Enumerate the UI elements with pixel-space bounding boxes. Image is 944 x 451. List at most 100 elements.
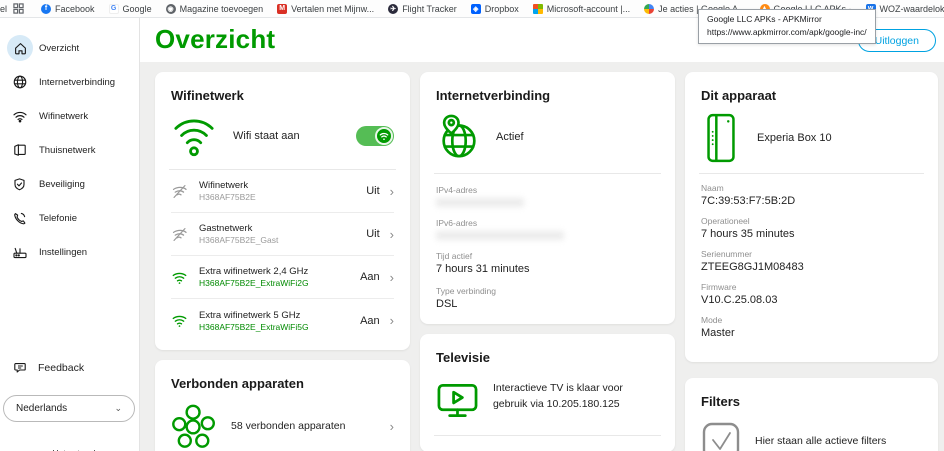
- language-select[interactable]: Nederlands ⌄: [3, 395, 135, 422]
- wifi-network-row-extra5[interactable]: Extra wifinetwerk 5 GHz H368AF75B2E_Extr…: [171, 299, 394, 342]
- field-mode: Mode Master: [701, 315, 922, 339]
- network-name: Gastnetwerk: [199, 223, 253, 234]
- wifi-status-text: Wifi staat aan: [233, 130, 300, 142]
- field-value: 7 hours 35 minutes: [701, 228, 795, 240]
- chevron-right-icon: ›: [389, 226, 394, 242]
- sidebar-item-wifinetwerk[interactable]: Wifinetwerk: [0, 101, 140, 131]
- router-settings-icon: [11, 244, 28, 261]
- microsoft-icon: [532, 3, 543, 14]
- network-ssid: H368AF75B2E_ExtraWiFi5G: [199, 321, 309, 332]
- wifi-off-icon: [171, 184, 189, 199]
- field-label: IPv6-adres: [436, 218, 478, 228]
- bookmark-google[interactable]: G Google: [108, 3, 152, 14]
- dropbox-icon: ◈: [470, 3, 481, 14]
- field-value: Master: [701, 327, 735, 339]
- translate-icon: M: [277, 3, 288, 14]
- filters-status-text: Hier staan alle actieve filters: [755, 435, 887, 447]
- phone-icon: [11, 210, 28, 227]
- redacted-value: [436, 231, 564, 240]
- bookmark-translate[interactable]: M Vertalen met Mijnw...: [277, 3, 374, 14]
- card-title: Internetverbinding: [436, 88, 551, 103]
- field-value: V10.C.25.08.03: [701, 294, 778, 306]
- field-connection-type: Type verbinding DSL: [436, 286, 659, 310]
- bookmark-microsoft[interactable]: Microsoft-account |...: [532, 3, 630, 14]
- card-televisie: Televisie Interactieve TV is klaar voor …: [420, 334, 675, 451]
- network-ssid: H368AF75B2E_ExtraWiFi2G: [199, 278, 309, 288]
- bookmark-woz[interactable]: w WOZ-waardeloket: [865, 3, 944, 14]
- google-activity-icon: [644, 3, 655, 14]
- page-title: Overzicht: [155, 24, 276, 54]
- network-ssid: H368AF75B2E_Gast: [199, 235, 279, 245]
- wifi-network-row-guest[interactable]: Gastnetwerk H368AF75B2E_Gast Uit ›: [171, 213, 394, 256]
- field-label: IPv4-adres: [436, 185, 478, 195]
- sidebar-item-telefonie[interactable]: Telefonie: [0, 203, 140, 233]
- field-value: 7 hours 31 minutes: [436, 263, 530, 275]
- connected-devices-row[interactable]: 58 verbonden apparaten ›: [171, 403, 394, 449]
- language-selected-value: Nederlands: [16, 403, 68, 414]
- wifi-network-row-main[interactable]: Wifinetwerk H368AF75B2E Uit ›: [171, 170, 394, 213]
- field-label: Serienummer: [701, 249, 753, 259]
- card-internetverbinding: Internetverbinding Actief IPv4-adres IPv…: [420, 72, 675, 324]
- sidebar-item-instellingen[interactable]: Instellingen: [0, 237, 140, 267]
- card-filters: Filters Hier staan alle actieve filters: [685, 378, 938, 451]
- sidebar-item-thuisnetwerk[interactable]: Thuisnetwerk: [0, 135, 140, 165]
- sidebar-item-overzicht[interactable]: Overzicht: [0, 33, 140, 63]
- facebook-icon: f: [41, 3, 52, 14]
- card-dit-apparaat: Dit apparaat Experia Box 10 Naam 7C:39:5…: [685, 72, 938, 362]
- feedback-icon: [11, 359, 28, 376]
- wifi-on-icon: [171, 270, 189, 285]
- card-title: Televisie: [436, 350, 490, 365]
- wifi-network-row-extra24[interactable]: Extra wifinetwerk 2,4 GHz H368AF75B2E_Ex…: [171, 256, 394, 299]
- bookmark-partial[interactable]: iel: [0, 4, 13, 14]
- wifi-toggle[interactable]: [356, 126, 394, 146]
- field-label: Tijd actief: [436, 251, 473, 261]
- tooltip-title: Google LLC APKs - APKMirror: [707, 14, 822, 24]
- checkbox-icon: [702, 422, 740, 451]
- field-value: 7C:39:53:F7:5B:2D: [701, 195, 796, 207]
- divider: [699, 173, 924, 174]
- field-naam: Naam 7C:39:53:F7:5B:2D: [701, 183, 922, 207]
- field-serienummer: Serienummer ZTEEG8GJ1M08483: [701, 249, 922, 273]
- card-wifinetwerk: Wifinetwerk Wifi staat aan Wifinetwerk H…: [155, 72, 410, 350]
- bookmark-magazine[interactable]: ◉ Magazine toevoegen: [165, 3, 263, 14]
- chevron-right-icon: ›: [389, 313, 394, 328]
- chevron-right-icon: ›: [389, 269, 394, 285]
- chevron-right-icon: ›: [389, 183, 394, 199]
- grid-icon[interactable]: [13, 3, 24, 14]
- bookmark-flight-tracker[interactable]: ✈ Flight Tracker: [388, 3, 457, 14]
- magazine-icon: ◉: [165, 3, 176, 14]
- card-verbonden-apparaten: Verbonden apparaten 58 verbonden apparat…: [155, 360, 410, 451]
- bookmark-tooltip: Google LLC APKs - APKMirror https://www.…: [698, 9, 876, 45]
- feedback-button[interactable]: Feedback: [11, 359, 84, 376]
- bookmark-dropbox[interactable]: ◈ Dropbox: [470, 3, 519, 14]
- network-state: Uit: [366, 185, 380, 197]
- wifi-icon: [11, 108, 28, 125]
- field-value: ZTEEG8GJ1M08483: [701, 261, 804, 273]
- card-title: Wifinetwerk: [171, 88, 244, 103]
- network-state: Aan: [360, 314, 380, 327]
- home-network-icon: [11, 142, 28, 159]
- sidebar-item-beveiliging[interactable]: Beveiliging: [0, 169, 140, 199]
- main-area: Overzicht Uitloggen Wifinetwerk Wifi sta…: [140, 18, 944, 451]
- experia-box-icon: [707, 113, 735, 163]
- network-ssid: H368AF75B2E: [199, 192, 256, 202]
- card-title: Filters: [701, 394, 741, 409]
- card-title: Verbonden apparaten: [171, 376, 304, 391]
- sidebar-item-internetverbinding[interactable]: Internetverbinding: [0, 67, 140, 97]
- globe-icon: [11, 74, 28, 91]
- divider: [434, 173, 661, 174]
- google-icon: G: [108, 3, 119, 14]
- field-ipv4: IPv4-adres: [436, 185, 659, 207]
- sidebar: Overzicht Internetverbinding Wifinetwerk…: [0, 18, 140, 451]
- network-name: Wifinetwerk: [199, 180, 249, 191]
- network-state: Aan: [360, 271, 380, 283]
- bookmark-facebook[interactable]: f Facebook: [41, 3, 95, 14]
- redacted-value: [436, 198, 524, 207]
- tooltip-url: https://www.apkmirror.com/apk/google-inc…: [707, 27, 867, 38]
- wifi-on-icon: [171, 313, 189, 328]
- chevron-right-icon: ›: [389, 418, 394, 434]
- field-firmware: Firmware V10.C.25.08.03: [701, 282, 922, 306]
- kpn-router-dashboard: iel f Facebook G Google ◉ Magazine toevo…: [0, 0, 944, 451]
- shield-icon: [11, 176, 28, 193]
- wifi-large-icon: [174, 119, 214, 157]
